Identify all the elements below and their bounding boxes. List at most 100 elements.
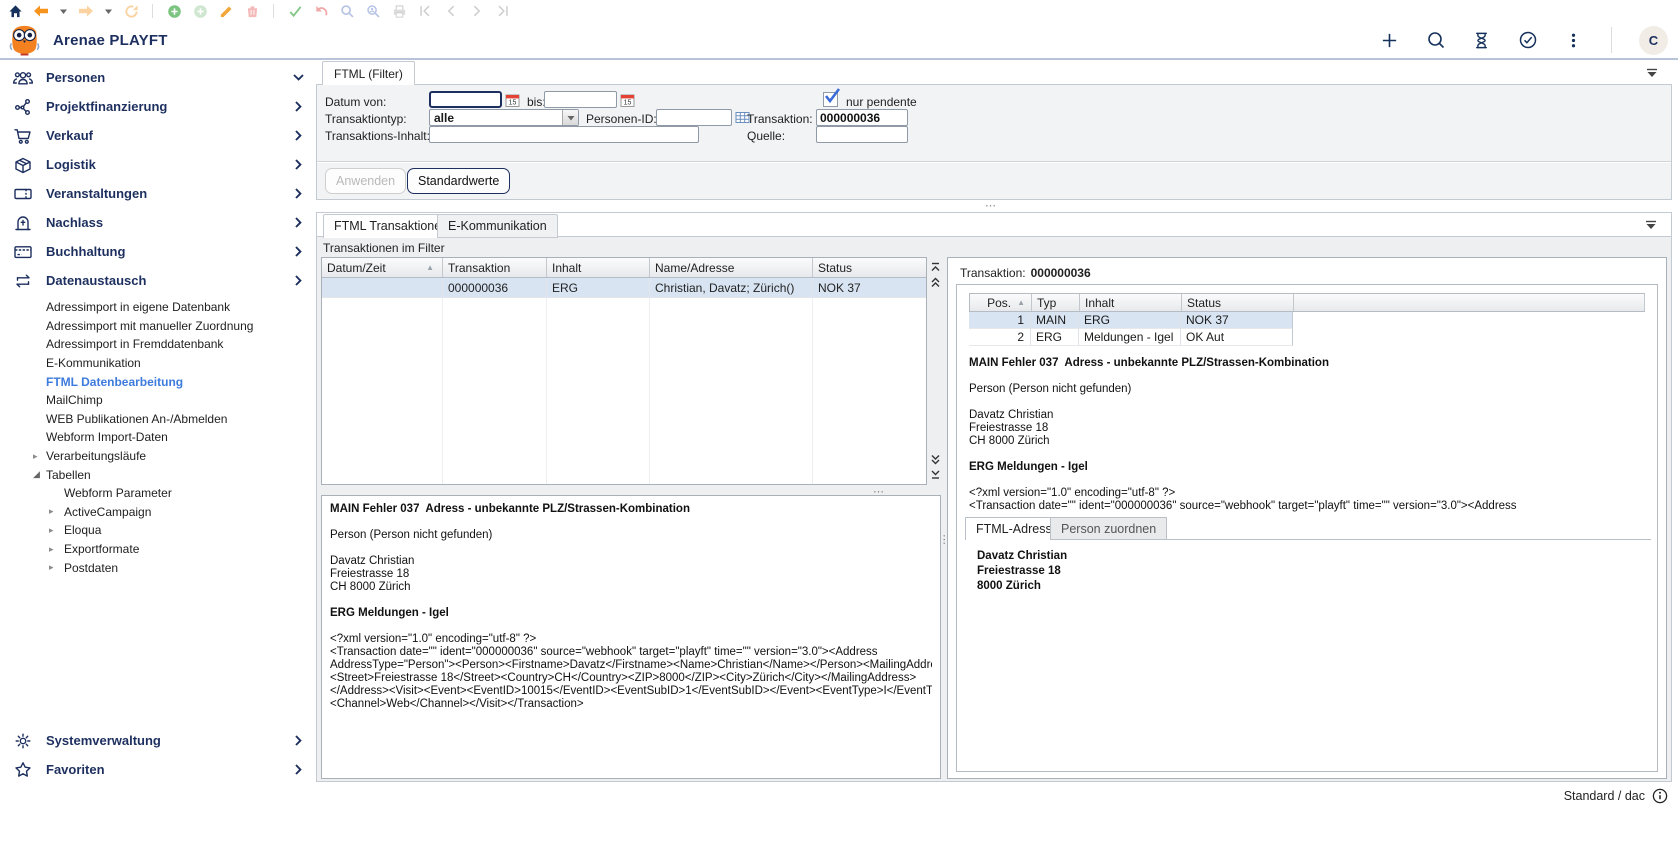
source-input[interactable] [816, 126, 908, 143]
main-error-heading: MAIN Fehler 037 Adress - unbekannte PLZ/… [969, 357, 1647, 370]
apply-button[interactable]: Anwenden [325, 168, 406, 194]
column-header-typ[interactable]: Typ [1032, 294, 1080, 311]
add-icon[interactable] [166, 3, 182, 19]
calendar-icon[interactable]: 15 [505, 93, 520, 108]
sidebar-subitem[interactable]: MailChimp [0, 391, 316, 410]
content-input[interactable] [429, 126, 699, 143]
add-secondary-icon[interactable] [192, 3, 208, 19]
refresh-icon[interactable] [123, 3, 139, 19]
sidebar-subitem[interactable]: Adressimport mit manueller Zuordnung [0, 317, 316, 336]
pending-only-checkbox[interactable] [823, 92, 838, 107]
column-header-status[interactable]: Status [813, 258, 926, 277]
sidebar-item-favoriten[interactable]: Favoriten [0, 755, 316, 784]
tab-ftml-filter[interactable]: FTML (Filter) [322, 61, 415, 86]
sidebar-subitem[interactable]: Adressimport in eigene Datenbank [0, 298, 316, 317]
column-label: Typ [1037, 296, 1056, 310]
column-header-inhalt[interactable]: Inhalt [547, 258, 650, 277]
sidebar-subitem[interactable]: ▸Postdaten [0, 558, 316, 577]
table-row-selected[interactable]: 000000036 ERG Christian, Davatz; Zürich(… [322, 278, 926, 298]
sidebar-subitem-verarbeitungslaeufe[interactable]: ▸Verarbeitungsläufe [0, 447, 316, 466]
application-window: Arenae PLAYFT C Personen Projektfinanzie… [0, 0, 1678, 864]
date-to-input[interactable] [544, 91, 617, 108]
undo-icon[interactable] [313, 3, 329, 19]
tree-collapsed-icon[interactable]: ▸ [49, 562, 54, 573]
search-icon[interactable] [1425, 30, 1446, 51]
nav-last-icon[interactable] [495, 3, 511, 19]
cell-inhalt: ERG [1079, 312, 1181, 329]
transaction-type-select[interactable]: alle [429, 109, 579, 126]
sidebar-subitem[interactable]: ▸Eloqua [0, 521, 316, 540]
collapse-panel-icon[interactable] [1646, 68, 1658, 78]
collapse-panel-icon[interactable] [1645, 220, 1657, 230]
column-header-name-adresse[interactable]: Name/Adresse [650, 258, 813, 277]
tab-e-kommunikation[interactable]: E-Kommunikation [437, 214, 558, 238]
sidebar-subitem[interactable]: ▸Exportformate [0, 540, 316, 559]
search-person-icon[interactable] [365, 3, 381, 19]
sidebar-item-verkauf[interactable]: Verkauf [0, 121, 316, 150]
tree-expanded-icon[interactable]: ◢ [33, 469, 40, 480]
tree-collapsed-icon[interactable]: ▸ [49, 506, 54, 517]
table-row-selected[interactable]: 1 MAIN ERG NOK 37 [969, 312, 1645, 329]
search-icon[interactable] [339, 3, 355, 19]
tree-collapsed-icon[interactable]: ▸ [33, 451, 38, 462]
page-up-icon[interactable] [930, 277, 941, 288]
column-header-datum-zeit[interactable]: Datum/Zeit▲ [322, 258, 443, 277]
column-header-status[interactable]: Status [1182, 294, 1294, 311]
sidebar-item-logistik[interactable]: Logistik [0, 150, 316, 179]
sidebar-item-personen[interactable]: Personen [0, 63, 316, 92]
sidebar-item-systemverwaltung[interactable]: Systemverwaltung [0, 726, 316, 755]
back-caret-icon[interactable] [59, 3, 68, 19]
sidebar-item-label: Personen [46, 70, 105, 85]
tree-collapsed-icon[interactable]: ▸ [49, 544, 54, 555]
tab-person-zuordnen[interactable]: Person zuordnen [1050, 517, 1167, 540]
scroll-to-bottom-icon[interactable] [930, 469, 941, 480]
home-icon[interactable] [7, 3, 23, 19]
sidebar-subitem-tabellen[interactable]: ◢Tabellen [0, 465, 316, 484]
page-down-icon[interactable] [930, 454, 941, 465]
column-header-transaktion[interactable]: Transaktion [443, 258, 547, 277]
sidebar-item-datenaustausch[interactable]: Datenaustausch [0, 266, 316, 295]
horizontal-splitter-handle[interactable]: ⋯ [985, 199, 997, 212]
scroll-to-top-icon[interactable] [930, 262, 941, 273]
confirm-check-icon[interactable] [287, 3, 303, 19]
nav-first-icon[interactable] [417, 3, 433, 19]
back-icon[interactable] [33, 3, 49, 19]
sidebar-subitem[interactable]: Webform Parameter [0, 484, 316, 503]
person-id-input[interactable] [656, 109, 732, 126]
sidebar-subitem[interactable]: Webform Import-Daten [0, 428, 316, 447]
kebab-menu-icon[interactable] [1563, 30, 1584, 51]
sidebar-subitem-ftml-datenbearbeitung-active[interactable]: FTML Datenbearbeitung [0, 372, 316, 391]
sidebar-item-projektfinanzierung[interactable]: Projektfinanzierung [0, 92, 316, 121]
check-circle-icon[interactable] [1517, 30, 1538, 51]
info-icon[interactable] [1652, 788, 1668, 804]
plus-icon[interactable] [1379, 30, 1400, 51]
column-header-pos[interactable]: Pos.▲ [970, 294, 1032, 311]
subitem-label: ActiveCampaign [64, 505, 151, 519]
forward-caret-icon[interactable] [104, 3, 113, 19]
nav-next-icon[interactable] [469, 3, 485, 19]
sidebar-subitem[interactable]: ▸ ActiveCampaign [0, 503, 316, 522]
forward-icon[interactable] [78, 3, 94, 19]
hourglass-icon[interactable] [1471, 30, 1492, 51]
print-icon[interactable] [391, 3, 407, 19]
calendar-icon[interactable]: 15 [620, 93, 635, 108]
table-row[interactable]: 2 ERG Meldungen - Igel OK Aut [969, 329, 1645, 346]
sidebar-item-nachlass[interactable]: Nachlass [0, 208, 316, 237]
sidebar-item-buchhaltung[interactable]: Buchhaltung [0, 237, 316, 266]
transaction-input[interactable] [816, 109, 908, 126]
defaults-button[interactable]: Standardwerte [407, 168, 510, 194]
user-avatar[interactable]: C [1639, 26, 1668, 55]
sidebar-subitem[interactable]: Adressimport in Fremddatenbank [0, 335, 316, 354]
sidebar-item-veranstaltungen[interactable]: Veranstaltungen [0, 179, 316, 208]
cell-pos: 1 [969, 312, 1031, 329]
sidebar-subitem[interactable]: WEB Publikationen An-/Abmelden [0, 410, 316, 429]
delete-trash-icon[interactable] [244, 3, 260, 19]
column-header-inhalt[interactable]: Inhalt [1080, 294, 1182, 311]
tree-collapsed-icon[interactable]: ▸ [49, 525, 54, 536]
edit-pencil-icon[interactable] [218, 3, 234, 19]
nav-prev-icon[interactable] [443, 3, 459, 19]
sidebar-subitem[interactable]: E-Kommunikation [0, 354, 316, 373]
cell-status: OK Aut [1181, 329, 1293, 346]
date-from-input[interactable] [429, 91, 502, 108]
sidebar-item-label: Favoriten [46, 762, 105, 777]
